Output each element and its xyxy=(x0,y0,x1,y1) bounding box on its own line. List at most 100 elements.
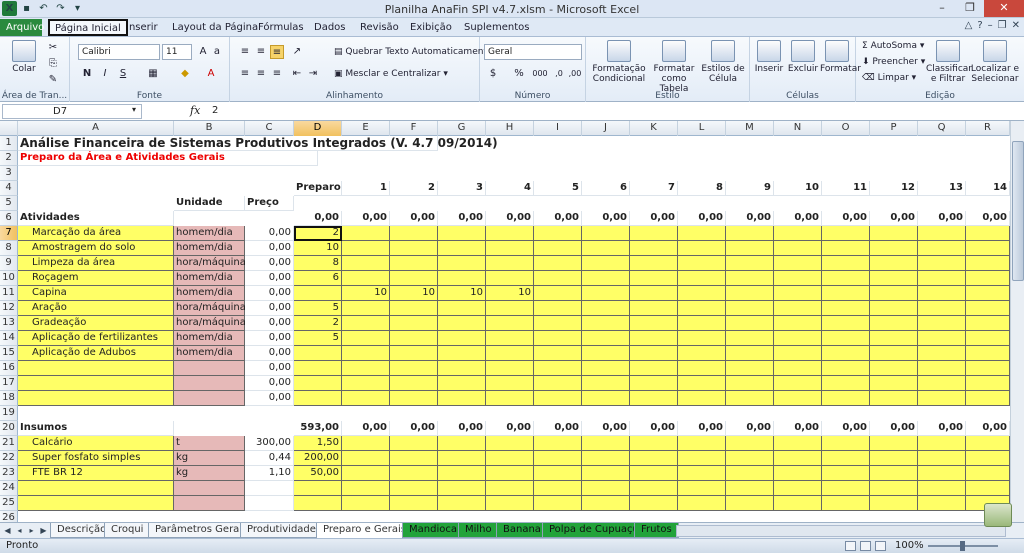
activity-value-cell[interactable] xyxy=(534,316,582,331)
activity-value-cell[interactable] xyxy=(774,241,822,256)
floating-macro-button[interactable] xyxy=(984,503,1012,527)
activity-value-cell[interactable] xyxy=(630,331,678,346)
column-header-j[interactable]: J xyxy=(582,121,630,136)
row-header[interactable]: 7 xyxy=(0,226,18,241)
activity-value-cell[interactable] xyxy=(390,271,438,286)
page-layout-view-icon[interactable] xyxy=(860,541,871,551)
align-middle-icon[interactable]: ≡ xyxy=(254,45,268,59)
activity-value-cell[interactable] xyxy=(534,301,582,316)
activity-value-cell[interactable] xyxy=(966,286,1010,301)
row-header[interactable]: 19 xyxy=(0,406,18,421)
activity-price-cell[interactable]: 0,00 xyxy=(245,301,294,316)
decrease-decimal-icon[interactable]: ,00 xyxy=(568,67,582,81)
activity-price-cell[interactable]: 0,00 xyxy=(245,256,294,271)
activity-value-cell[interactable] xyxy=(726,256,774,271)
column-header-q[interactable]: Q xyxy=(918,121,966,136)
activity-value-cell[interactable] xyxy=(726,361,774,376)
activity-value-cell[interactable] xyxy=(390,226,438,241)
header-period[interactable]: 9 xyxy=(726,181,774,196)
activity-unit-cell[interactable]: homem/dia xyxy=(174,241,245,256)
total-cell[interactable]: 0,00 xyxy=(966,421,1010,436)
help-icon[interactable]: ? xyxy=(977,20,982,31)
activity-value-cell[interactable] xyxy=(438,271,486,286)
activity-value-cell[interactable] xyxy=(966,226,1010,241)
input-value-cell[interactable] xyxy=(870,436,918,451)
page-break-view-icon[interactable] xyxy=(875,541,886,551)
activity-value-cell[interactable] xyxy=(630,271,678,286)
row-header[interactable]: 4 xyxy=(0,181,18,196)
total-cell[interactable]: 0,00 xyxy=(822,421,870,436)
column-header-m[interactable]: M xyxy=(726,121,774,136)
activity-value-cell[interactable] xyxy=(678,256,726,271)
tab-dados[interactable]: Dados xyxy=(308,19,352,36)
vertical-scroll-thumb[interactable] xyxy=(1012,141,1024,281)
activity-value-cell[interactable] xyxy=(438,391,486,406)
section-insumos[interactable]: Insumos xyxy=(18,421,174,436)
activity-value-cell[interactable] xyxy=(486,361,534,376)
activity-value-cell[interactable] xyxy=(438,241,486,256)
activity-price-cell[interactable]: 0,00 xyxy=(245,391,294,406)
activity-value-cell[interactable] xyxy=(534,376,582,391)
activity-value-cell[interactable] xyxy=(342,391,390,406)
activity-value-cell[interactable] xyxy=(630,226,678,241)
tab-pagina-inicial[interactable]: Página Inicial xyxy=(48,19,128,36)
input-value-cell[interactable] xyxy=(966,481,1010,496)
activity-value-cell[interactable] xyxy=(582,271,630,286)
activity-value-cell[interactable] xyxy=(390,346,438,361)
align-center-icon[interactable]: ≡ xyxy=(254,67,268,81)
activity-value-cell[interactable] xyxy=(678,391,726,406)
activity-value-cell[interactable] xyxy=(726,331,774,346)
activity-value-cell[interactable] xyxy=(342,271,390,286)
activity-price-cell[interactable]: 0,00 xyxy=(245,331,294,346)
header-period[interactable]: 11 xyxy=(822,181,870,196)
input-value-cell[interactable] xyxy=(582,451,630,466)
activity-value-cell[interactable] xyxy=(534,391,582,406)
total-cell[interactable]: 0,00 xyxy=(966,211,1010,226)
activity-value-cell[interactable] xyxy=(390,316,438,331)
total-cell[interactable]: 0,00 xyxy=(918,421,966,436)
activity-value-cell[interactable] xyxy=(294,376,342,391)
activity-price-cell[interactable]: 0,00 xyxy=(245,226,294,241)
prev-sheet-icon[interactable]: ◂ xyxy=(14,524,25,537)
activity-value-cell[interactable] xyxy=(870,286,918,301)
input-value-cell[interactable] xyxy=(438,436,486,451)
activity-value-cell[interactable] xyxy=(918,376,966,391)
input-value-cell[interactable]: 1,50 xyxy=(294,436,342,451)
total-cell[interactable]: 0,00 xyxy=(342,421,390,436)
activity-value-cell[interactable] xyxy=(438,301,486,316)
total-cell[interactable]: 0,00 xyxy=(870,421,918,436)
font-size-select[interactable]: 11 xyxy=(162,44,192,60)
activity-value-cell[interactable] xyxy=(774,286,822,301)
activity-value-cell[interactable] xyxy=(822,241,870,256)
input-value-cell[interactable] xyxy=(630,481,678,496)
row-header[interactable]: 3 xyxy=(0,166,18,181)
autosum-button[interactable]: Σ AutoSoma ▾ xyxy=(862,41,924,51)
activity-value-cell[interactable] xyxy=(342,316,390,331)
input-value-cell[interactable] xyxy=(774,496,822,511)
input-name-cell[interactable] xyxy=(18,496,174,511)
total-cell[interactable]: 0,00 xyxy=(678,211,726,226)
row-header[interactable]: 9 xyxy=(0,256,18,271)
input-value-cell[interactable] xyxy=(726,496,774,511)
input-value-cell[interactable] xyxy=(390,451,438,466)
row-header[interactable]: 5 xyxy=(0,196,18,211)
activity-value-cell[interactable] xyxy=(534,361,582,376)
row-header[interactable]: 21 xyxy=(0,436,18,451)
sheet-tab-polpa[interactable]: Polpa de Cupuaçu xyxy=(542,523,646,538)
column-header-r[interactable]: R xyxy=(966,121,1010,136)
column-header-a[interactable]: A xyxy=(18,121,174,136)
activity-value-cell[interactable] xyxy=(918,286,966,301)
input-price-cell[interactable]: 0,44 xyxy=(245,451,294,466)
currency-icon[interactable]: $ xyxy=(486,67,500,81)
activity-unit-cell[interactable] xyxy=(174,361,245,376)
activity-value-cell[interactable] xyxy=(534,331,582,346)
input-value-cell[interactable] xyxy=(390,436,438,451)
column-header-d[interactable]: D xyxy=(294,121,342,136)
activity-value-cell[interactable] xyxy=(582,241,630,256)
activity-value-cell[interactable] xyxy=(342,361,390,376)
row-header[interactable]: 16 xyxy=(0,361,18,376)
header-period[interactable]: 7 xyxy=(630,181,678,196)
section-atividades[interactable]: Atividades xyxy=(18,211,174,226)
total-cell[interactable]: 0,00 xyxy=(774,211,822,226)
activity-value-cell[interactable] xyxy=(726,391,774,406)
